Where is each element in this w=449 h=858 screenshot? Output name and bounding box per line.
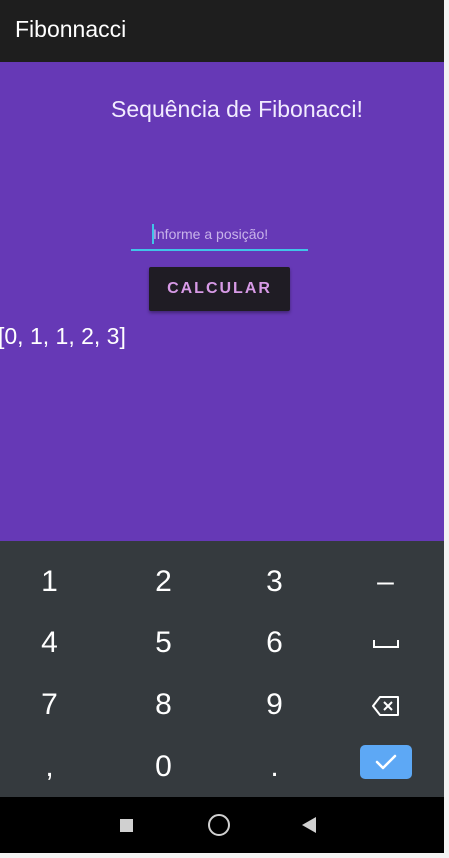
backspace-icon [371,696,399,717]
phone-screen: Fibonnacci Sequência de Fibonacci! Infor… [0,0,444,853]
position-input[interactable]: Informe a posição! [131,220,308,251]
position-input-placeholder: Informe a posição! [153,226,269,242]
key-9[interactable]: 9 [219,674,330,736]
key-backspace[interactable] [330,674,441,736]
key-4[interactable]: 4 [0,612,105,674]
page-heading: Sequência de Fibonacci! [111,96,363,122]
key-5[interactable]: 5 [108,612,219,674]
key-0[interactable]: 0 [108,736,219,798]
space-icon [372,640,399,649]
key-7[interactable]: 7 [0,674,105,736]
key-1[interactable]: 1 [0,551,105,613]
recents-square-icon[interactable] [120,819,133,832]
calculate-button[interactable]: CALCULAR [149,267,290,311]
check-icon [375,754,397,770]
key-period[interactable]: . [219,736,330,798]
key-3[interactable]: 3 [219,551,330,613]
key-minus[interactable]: – [330,551,441,613]
key-comma[interactable]: , [0,736,105,798]
app-title: Fibonnacci [15,16,127,42]
window-edge-bottom [0,853,449,858]
numeric-keyboard: 1 2 3 – 4 5 6 7 8 9 , 0 . [0,541,444,797]
fibonacci-result: [0, 1, 1, 2, 3] [0,323,126,349]
key-8[interactable]: 8 [108,674,219,736]
back-triangle-icon[interactable] [302,817,316,833]
app-bar: Fibonnacci [0,0,444,62]
key-2[interactable]: 2 [108,551,219,613]
system-navigation-bar [0,797,444,853]
key-6[interactable]: 6 [219,612,330,674]
calculate-button-label: CALCULAR [167,280,272,297]
home-circle-icon[interactable] [208,814,230,836]
key-space[interactable] [330,612,441,674]
done-key[interactable] [360,745,412,779]
window-edge-right [444,0,449,858]
